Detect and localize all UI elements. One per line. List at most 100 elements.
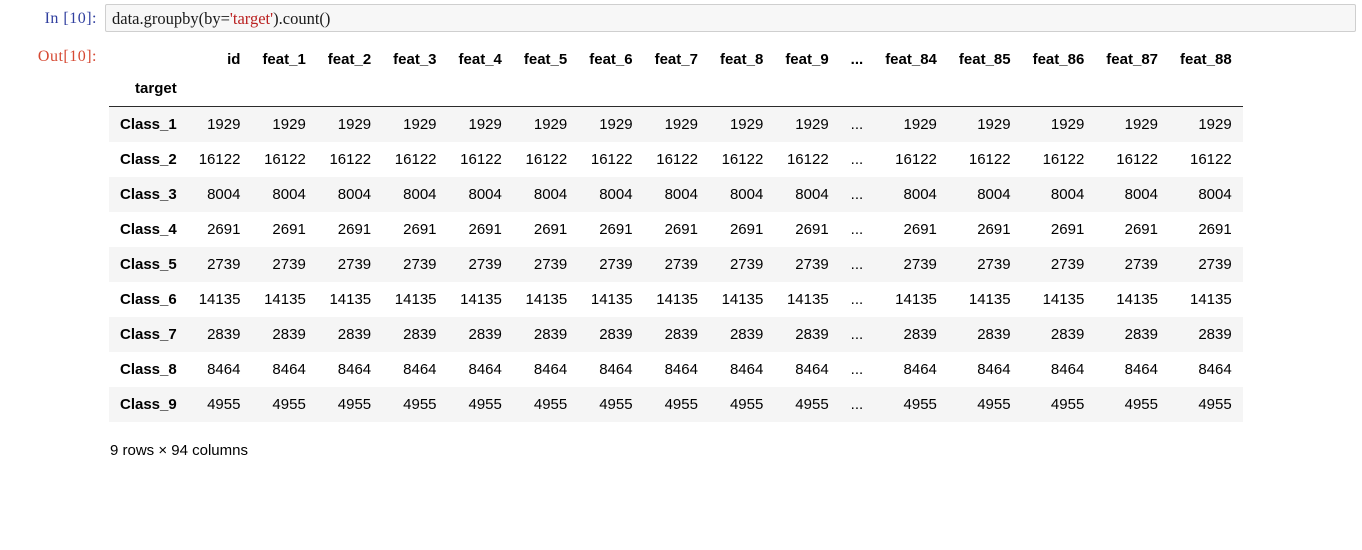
index-name-filler	[578, 75, 643, 107]
row-index-label: Class_4	[120, 221, 177, 238]
code-token-string: 'target'	[229, 9, 274, 28]
table-cell: 2739	[403, 256, 437, 273]
table-cell: 2839	[207, 326, 241, 343]
table-cell: 2839	[729, 326, 764, 343]
dataframe-table: id feat_1 feat_2 feat_3 feat_4 feat_5 feat_6 fe…	[109, 48, 1243, 422]
table-cell: 8004	[664, 186, 698, 203]
table-cell: 8004	[977, 186, 1011, 203]
input-prompt-label: In [10]:	[44, 10, 97, 27]
table-cell: 1929	[795, 116, 829, 133]
table-cell: 8464	[599, 361, 633, 378]
table-cell: 4955	[468, 396, 502, 413]
table-cell: 2739	[272, 256, 306, 273]
table-cell: 8464	[1198, 361, 1232, 378]
column-header: feat_86	[1032, 51, 1085, 68]
table-cell: 4955	[977, 396, 1011, 413]
table-cell: 4955	[795, 396, 829, 413]
row-index-label: Class_1	[120, 116, 177, 133]
table-cell: 2739	[1050, 256, 1085, 273]
table-cell: 4955	[903, 396, 937, 413]
row-index-label: Class_8	[120, 361, 177, 378]
code-token-call: data.groupby(by=	[112, 9, 230, 28]
table-cell: 1929	[337, 116, 372, 133]
table-cell: 2691	[729, 221, 764, 238]
table-cell: ...	[850, 361, 864, 378]
column-header: feat_9	[785, 51, 829, 68]
table-cell: 2691	[599, 221, 633, 238]
table-cell: 2839	[1198, 326, 1232, 343]
table-cell: 8004	[403, 186, 437, 203]
table-cell: 4955	[729, 396, 764, 413]
table-cell: 14135	[1116, 291, 1158, 308]
table-cell: 1929	[977, 116, 1011, 133]
column-header-corner	[109, 48, 188, 75]
table-cell: 14135	[786, 291, 829, 308]
table-cell: 14135	[968, 291, 1011, 308]
table-cell: 16122	[460, 151, 502, 168]
table-cell: 16122	[1042, 151, 1085, 168]
table-cell: ...	[850, 256, 864, 273]
index-name-filler	[317, 75, 382, 107]
table-index-name-row: target	[109, 75, 1243, 107]
table-cell: 14135	[525, 291, 568, 308]
table-cell: 14135	[721, 291, 764, 308]
table-cell: 2839	[533, 326, 568, 343]
table-cell: ...	[850, 151, 864, 168]
table-cell: 2739	[207, 256, 241, 273]
table-cell: ...	[850, 116, 864, 133]
table-cell: 2691	[903, 221, 937, 238]
table-cell: 2839	[664, 326, 698, 343]
table-cell: 14135	[329, 291, 372, 308]
table-cell: ...	[850, 291, 864, 308]
table-cell: 8464	[533, 361, 568, 378]
table-cell: 1929	[1198, 116, 1232, 133]
table-cell: 4955	[403, 396, 437, 413]
table-cell: 2739	[1124, 256, 1158, 273]
table-cell: 16122	[721, 151, 764, 168]
index-name-filler	[709, 75, 774, 107]
table-cell: 2839	[903, 326, 937, 343]
table-cell: 4955	[1198, 396, 1232, 413]
table-cell: 2739	[977, 256, 1011, 273]
table-cell: 4955	[272, 396, 306, 413]
table-cell: 2691	[403, 221, 437, 238]
column-header: feat_84	[885, 51, 937, 68]
column-header: feat_85	[958, 51, 1011, 68]
column-header: feat_4	[458, 51, 502, 68]
column-header: feat_7	[654, 51, 698, 68]
table-cell: 8004	[1198, 186, 1232, 203]
index-name-filler	[1095, 75, 1169, 107]
table-cell: 2839	[337, 326, 372, 343]
table-cell: 2691	[664, 221, 698, 238]
table-cell: 16122	[394, 151, 437, 168]
table-cell: 14135	[895, 291, 937, 308]
code-editor[interactable]: data.groupby(by='target').count()	[105, 4, 1356, 32]
output-prompt-label: Out[10]:	[37, 48, 97, 65]
table-cell: 16122	[264, 151, 306, 168]
index-name-filler	[644, 75, 709, 107]
table-cell: 4955	[533, 396, 568, 413]
table-cell: 8004	[207, 186, 241, 203]
table-cell: 16122	[1189, 151, 1232, 168]
row-index-label: Class_3	[120, 186, 177, 203]
table-cell: 2691	[337, 221, 372, 238]
column-header: ...	[850, 51, 864, 68]
table-cell: 1929	[903, 116, 937, 133]
table-cell: 2839	[272, 326, 306, 343]
table-row: Class_3 8004 8004 8004 8004 8004 8004 8004 8004 8…	[109, 177, 1243, 212]
table-cell: 2691	[795, 221, 829, 238]
table-cell: 8464	[1050, 361, 1085, 378]
table-cell: ...	[850, 326, 864, 343]
table-body: Class_1 1929 1929 1929 1929 1929 1929 1929 1929 1…	[109, 106, 1243, 422]
table-cell: 2739	[599, 256, 633, 273]
table-cell: 16122	[656, 151, 698, 168]
column-header: feat_5	[523, 51, 568, 68]
table-cell: 4955	[337, 396, 372, 413]
table-cell: 4955	[207, 396, 241, 413]
table-cell: 16122	[968, 151, 1011, 168]
table-cell: 8004	[599, 186, 633, 203]
table-cell: 16122	[198, 151, 241, 168]
table-cell: 2691	[977, 221, 1011, 238]
table-cell: 2691	[1050, 221, 1085, 238]
table-cell: 16122	[590, 151, 633, 168]
